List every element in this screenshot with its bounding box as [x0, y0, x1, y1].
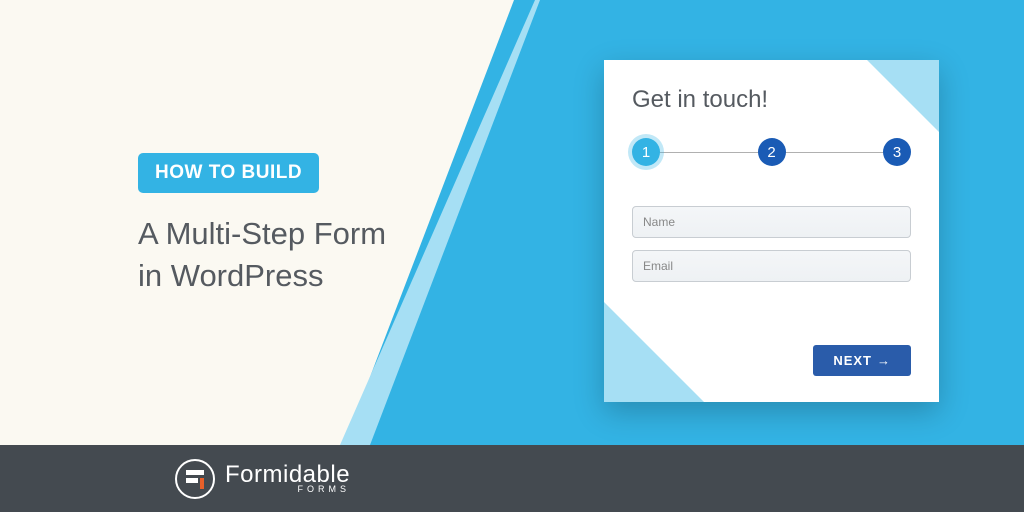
headline: A Multi-Step Form in WordPress	[138, 213, 386, 297]
footer-bar: Formidable FORMS	[0, 445, 1024, 512]
headline-line-1: A Multi-Step Form	[138, 213, 386, 255]
how-to-build-badge: HOW TO BUILD	[138, 153, 319, 193]
step-1[interactable]: 1	[632, 138, 660, 166]
formidable-icon	[175, 459, 215, 499]
progress-stepper: 1 2 3	[632, 138, 911, 166]
brand-logo: Formidable FORMS	[175, 459, 350, 499]
form-card: Get in touch! 1 2 3 Name Email NEXT →	[604, 60, 939, 402]
step-3[interactable]: 3	[883, 138, 911, 166]
step-2[interactable]: 2	[758, 138, 786, 166]
email-field[interactable]: Email	[632, 250, 911, 282]
next-button[interactable]: NEXT →	[813, 345, 911, 376]
name-field[interactable]: Name	[632, 206, 911, 238]
next-button-label: NEXT	[833, 353, 872, 368]
hero-text-block: HOW TO BUILD A Multi-Step Form in WordPr…	[138, 153, 386, 297]
corner-accent-top-right	[867, 60, 939, 132]
corner-accent-bottom-left	[604, 302, 704, 402]
brand-text: Formidable FORMS	[225, 463, 350, 494]
arrow-right-icon: →	[877, 353, 891, 368]
headline-line-2: in WordPress	[138, 255, 386, 297]
